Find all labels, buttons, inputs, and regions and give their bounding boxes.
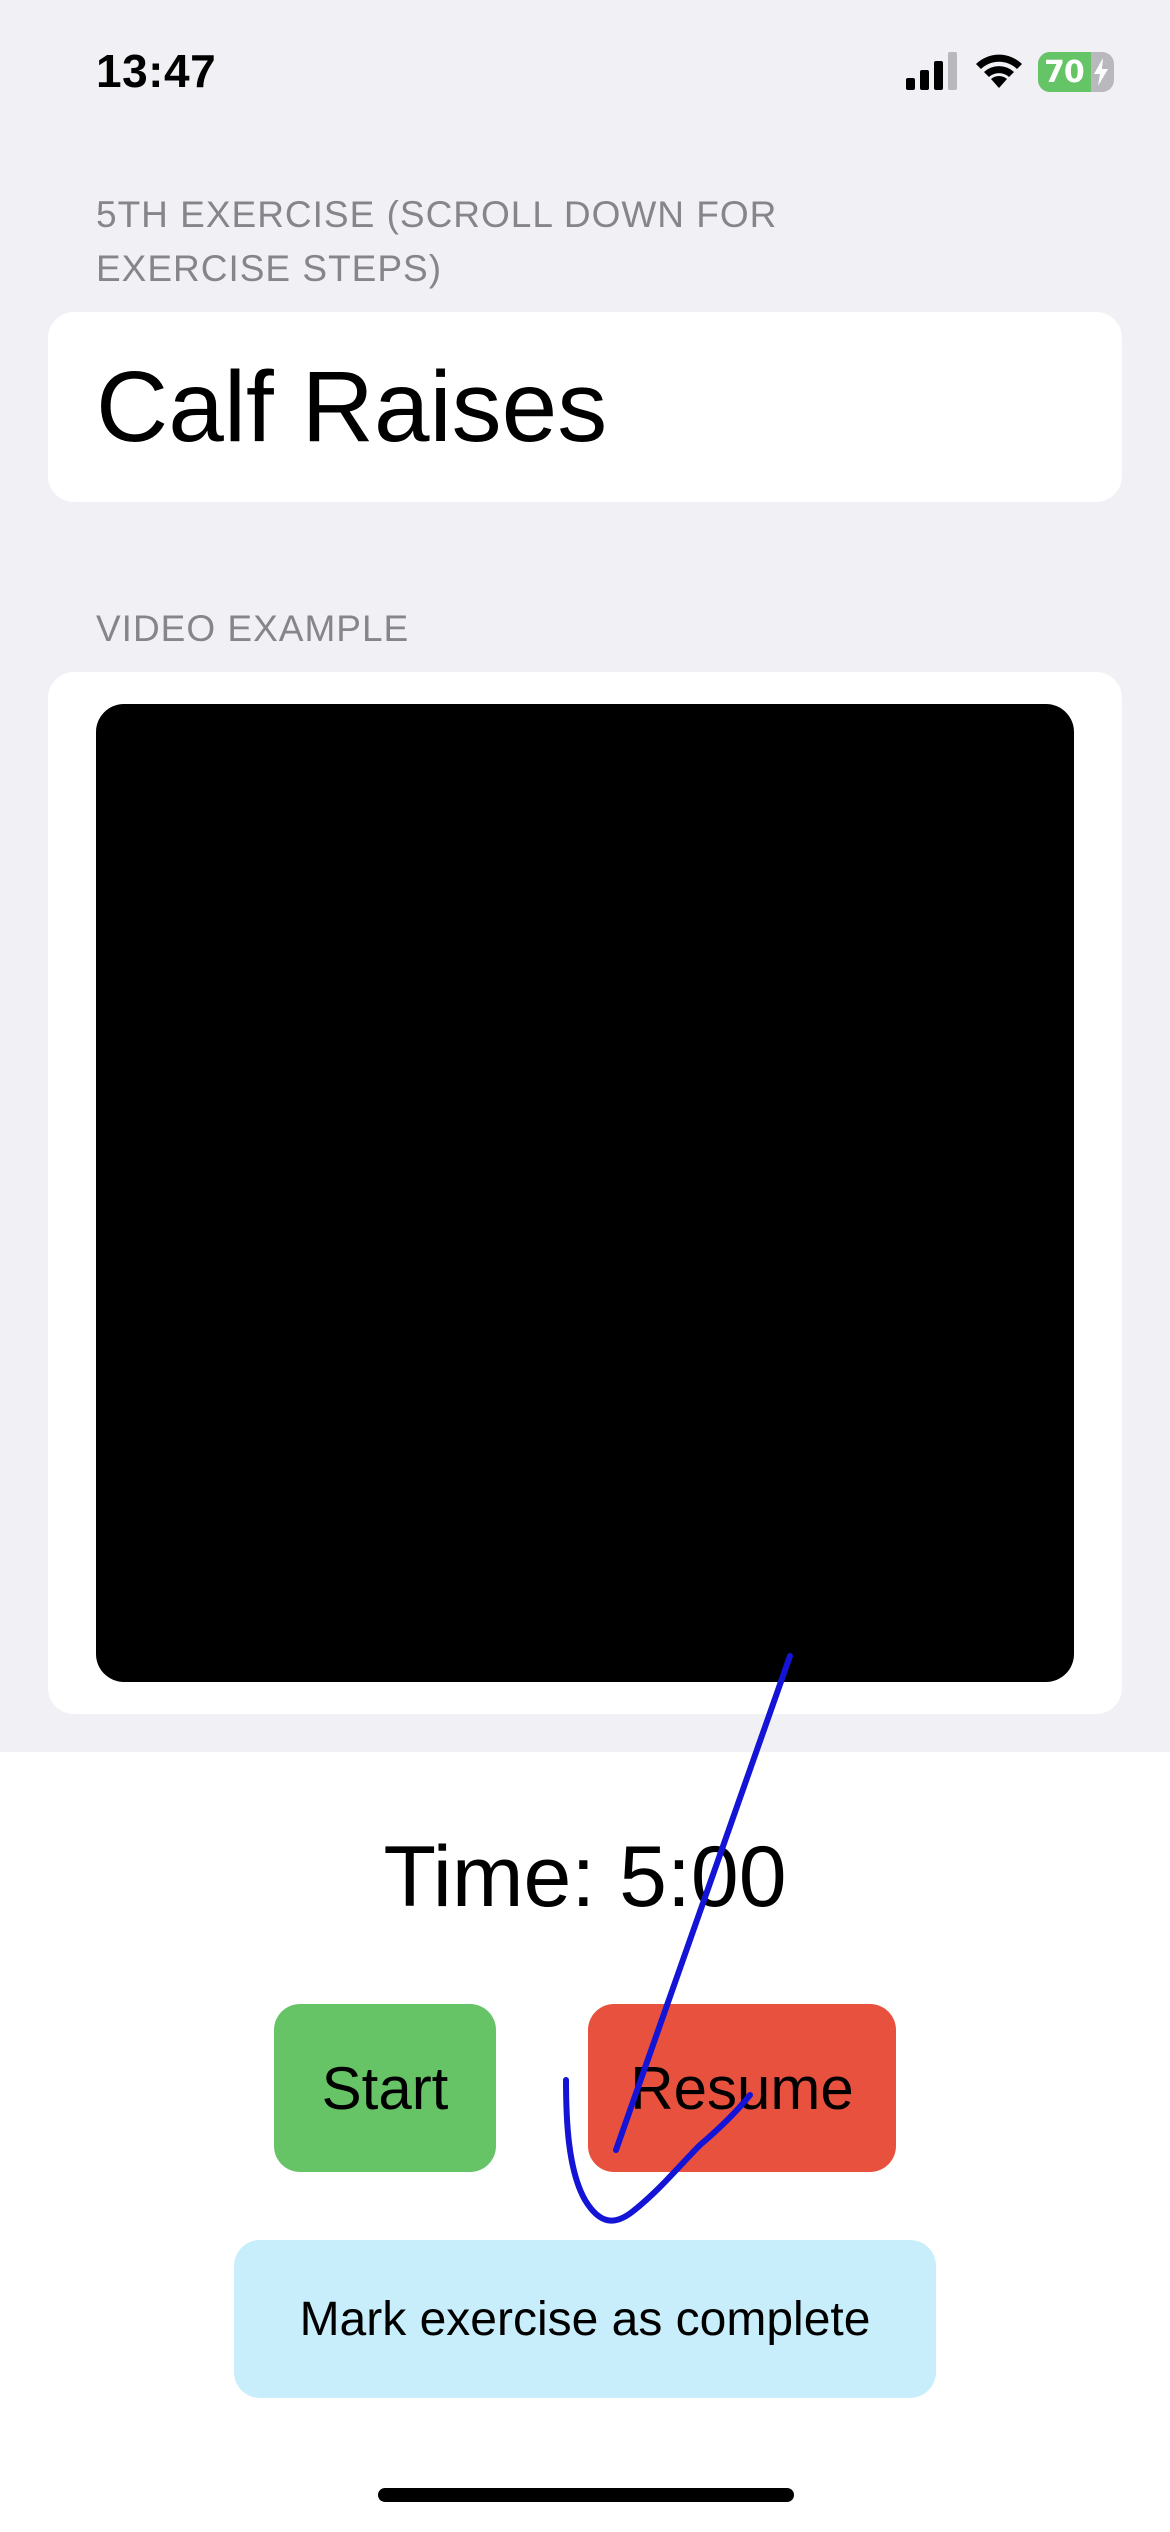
- resume-button[interactable]: Resume: [588, 2004, 896, 2172]
- timer-label: Time: 5:00: [383, 1829, 787, 1925]
- video-player[interactable]: [96, 704, 1074, 1682]
- status-time: 13:47: [96, 45, 217, 97]
- signal-icon: [906, 52, 957, 90]
- exercise-title-card: Calf Raises: [48, 312, 1122, 502]
- home-indicator[interactable]: [378, 2488, 794, 2502]
- charging-bolt-icon: [1094, 58, 1108, 86]
- video-section-header: VIDEO EXAMPLE: [96, 608, 410, 649]
- wifi-icon: [976, 54, 1022, 88]
- battery-level: 70: [1044, 55, 1085, 90]
- mark-complete-button[interactable]: Mark exercise as complete: [234, 2240, 936, 2398]
- video-card: [48, 672, 1122, 1714]
- start-button[interactable]: Start: [274, 2004, 496, 2172]
- exercise-section-header: 5TH EXERCISE (SCROLL DOWN FOR EXERCISE S…: [96, 194, 778, 289]
- exercise-title: Calf Raises: [96, 351, 608, 463]
- battery-icon: 70: [1038, 52, 1114, 92]
